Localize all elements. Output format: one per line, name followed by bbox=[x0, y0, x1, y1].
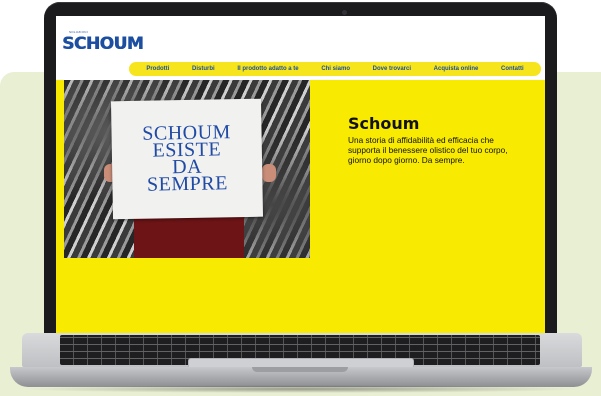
nav-item-acquista-online[interactable]: Acquista online bbox=[434, 66, 479, 72]
nav-item-prodotti[interactable]: Prodotti bbox=[146, 66, 169, 72]
nav-item-contatti[interactable]: Contatti bbox=[501, 66, 524, 72]
laptop-notch bbox=[252, 367, 348, 372]
site-header: SOLUZIONI SCHOUM bbox=[56, 16, 545, 60]
main-nav: Prodotti Disturbi Il prodotto adatto a t… bbox=[129, 62, 541, 76]
laptop-shadow bbox=[20, 385, 582, 393]
right-hand bbox=[262, 164, 276, 182]
schoum-logo[interactable]: SCHOUM bbox=[62, 34, 144, 54]
nav-item-dove-trovarci[interactable]: Dove trovarci bbox=[373, 66, 411, 72]
nav-item-disturbi[interactable]: Disturbi bbox=[192, 66, 215, 72]
laptop-screen: SOLUZIONI SCHOUM Prodotti Disturbi Il pr… bbox=[56, 16, 545, 333]
protest-sign: SCHOUM ESISTE DA SEMPRE bbox=[110, 98, 264, 220]
hero-title: Schoum bbox=[348, 114, 420, 133]
webcam-icon bbox=[342, 10, 347, 15]
hero-description: Una storia di affidabilità ed efficacia … bbox=[348, 135, 508, 165]
nav-item-prodotto-adatto[interactable]: Il prodotto adatto a te bbox=[237, 66, 298, 72]
hero-photo: SCHOUM ESISTE DA SEMPRE bbox=[64, 80, 310, 258]
nav-item-chi-siamo[interactable]: Chi siamo bbox=[321, 66, 350, 72]
hero-section: SCHOUM ESISTE DA SEMPRE Schoum Una stori… bbox=[56, 80, 545, 333]
sign-text: SCHOUM ESISTE DA SEMPRE bbox=[142, 121, 232, 196]
